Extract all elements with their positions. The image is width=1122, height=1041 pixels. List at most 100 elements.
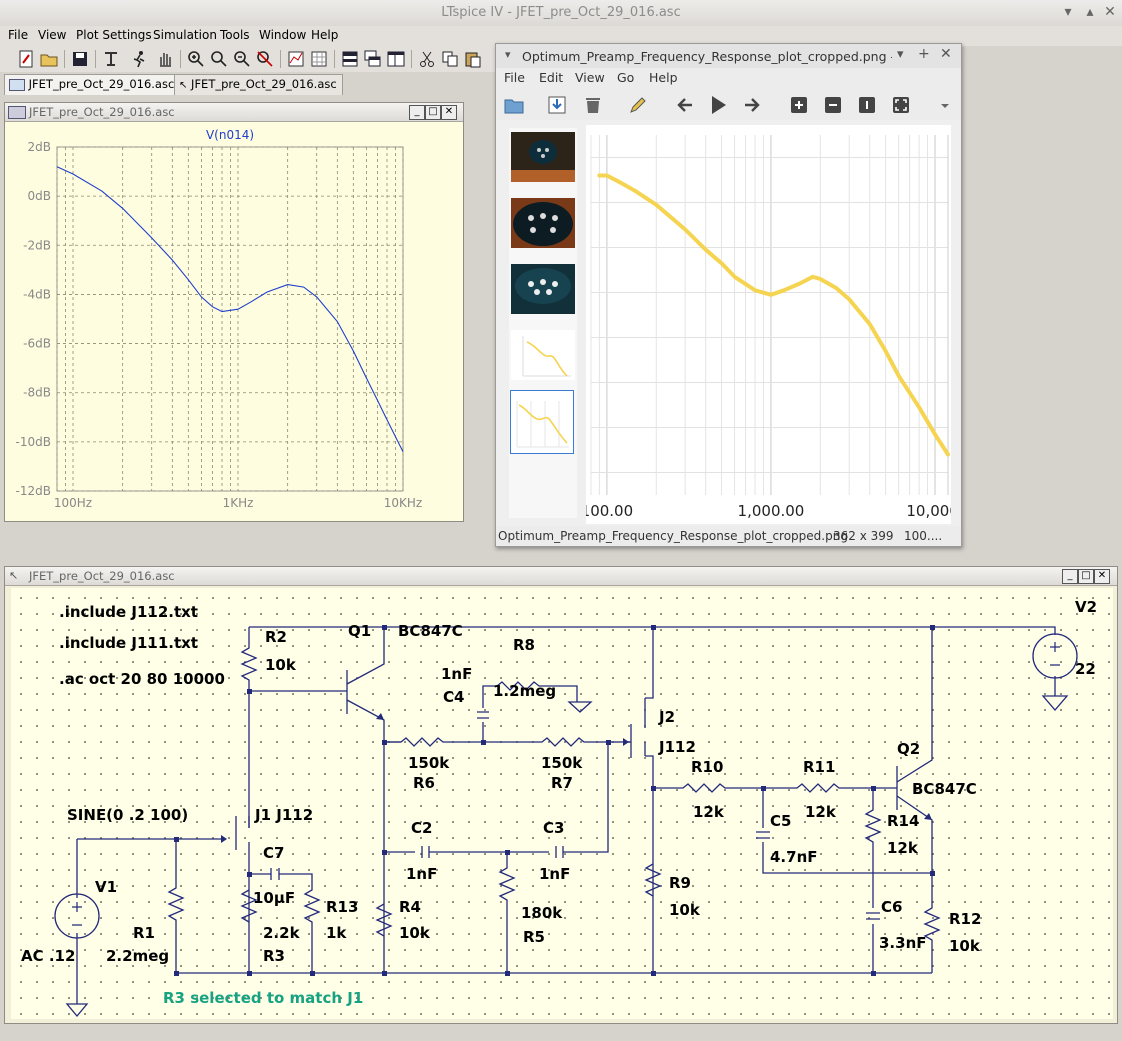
viewer-status-bar: Optimum_Preamp_Frequency_Response_plot_c… [496, 526, 961, 546]
tab-schematic[interactable]: ↖ JFET_pre_Oct_29_016.asc [174, 74, 343, 95]
r8-value: 1.2meg [493, 682, 557, 700]
directive-ac-analysis[interactable]: .ac oct 20 80 10000 [59, 670, 225, 688]
zoom-out-icon[interactable] [822, 94, 844, 116]
run-icon[interactable] [130, 49, 150, 69]
menu-window[interactable]: Window [259, 28, 306, 42]
tab-waveform[interactable]: JFET_pre_Oct_29_016.asc [4, 74, 176, 95]
viewer-menu-chevron-icon[interactable]: ▾ [505, 48, 511, 61]
zoom-original-icon[interactable] [856, 94, 878, 116]
r5-label: R5 [523, 928, 545, 946]
zoom-in-icon[interactable] [788, 94, 810, 116]
zoom-out-icon[interactable] [232, 49, 252, 69]
viewer-chevron-icon[interactable]: ▾ [897, 47, 904, 62]
zoom-fit-icon[interactable] [890, 94, 912, 116]
copy-icon[interactable] [440, 49, 460, 69]
status-zoom: 100.... [904, 529, 943, 543]
viewer-menu-go[interactable]: Go [617, 70, 634, 85]
viewer-image-chart: 100.00 1,000.00 10,000. [586, 125, 951, 524]
cut-icon[interactable] [417, 49, 437, 69]
save-icon[interactable] [70, 49, 90, 69]
zoom-fit-icon[interactable] [209, 49, 229, 69]
viewer-title-bar: ▾ Optimum_Preamp_Frequency_Response_plot… [496, 44, 961, 68]
app-title: LTspice IV - JFET_pre_Oct_29_016.asc [441, 5, 681, 20]
more-options-icon[interactable] [934, 94, 956, 116]
thumbnail-chart-selected[interactable] [510, 390, 574, 454]
menu-simulation[interactable]: Simulation [153, 28, 217, 42]
c6-label: C6 [881, 898, 903, 916]
new-schematic-icon[interactable] [16, 49, 36, 69]
schematic-labels: .include J112.txt .include J111.txt .ac … [11, 588, 1113, 1019]
thumbnail-chart-1[interactable] [511, 330, 575, 380]
schematic-close-button[interactable]: ✕ [1094, 569, 1110, 584]
waveform-close-button[interactable]: ✕ [441, 105, 457, 120]
waveform-restore-button[interactable]: □ [425, 105, 441, 120]
control-panel-icon[interactable] [101, 49, 121, 69]
previous-arrow-icon[interactable] [674, 94, 696, 116]
open-folder-icon[interactable] [39, 49, 59, 69]
r4-label: R4 [399, 898, 421, 916]
paste-icon[interactable] [463, 49, 483, 69]
grid-icon[interactable] [309, 49, 329, 69]
r2-label: R2 [265, 628, 287, 646]
r5-value: 180k [521, 904, 563, 922]
r14-value: 12k [887, 839, 918, 857]
waveform-minimize-button[interactable]: _ [409, 105, 425, 120]
zoom-cancel-icon[interactable] [255, 49, 275, 69]
viewer-menu-file[interactable]: File [504, 70, 525, 85]
r6-label: R6 [413, 774, 435, 792]
cascade-windows-icon[interactable] [363, 49, 383, 69]
viewer-menu-edit[interactable]: Edit [539, 70, 563, 85]
c6-value: 3.3nF [879, 934, 927, 952]
viewer-menu-view[interactable]: View [575, 70, 605, 85]
pan-hand-icon[interactable] [155, 49, 175, 69]
play-slideshow-icon[interactable] [707, 94, 729, 116]
c3-label: C3 [543, 819, 565, 837]
thumbnail-photo-1[interactable] [511, 132, 575, 182]
y-tick-label: -2dB [23, 238, 51, 252]
viewer-menu-help[interactable]: Help [649, 70, 678, 85]
menu-help[interactable]: Help [311, 28, 338, 42]
thumbnail-photo-3[interactable] [511, 264, 575, 314]
image-x-tick-label: 100.00 [586, 502, 633, 520]
menu-plot-settings[interactable]: Plot Settings [76, 28, 152, 42]
r10-label: R10 [691, 758, 724, 776]
y-tick-label: -4dB [23, 287, 51, 301]
image-x-tick-label: 1,000.00 [738, 502, 805, 520]
schematic-canvas[interactable]: .include J112.txt .include J111.txt .ac … [11, 588, 1113, 1019]
r4-value: 10k [399, 924, 430, 942]
r8-label: R8 [513, 636, 535, 654]
schematic-tab-icon: ↖ [179, 80, 188, 91]
zoom-in-icon[interactable] [186, 49, 206, 69]
r7-label: R7 [551, 774, 573, 792]
directive-include-j111[interactable]: .include J111.txt [59, 634, 198, 652]
schematic-note[interactable]: R3 selected to match J1 [163, 989, 363, 1007]
schematic-window-title: JFET_pre_Oct_29_016.asc [29, 569, 175, 583]
q1-model: BC847C [398, 622, 463, 640]
app-title-bar: LTspice IV - JFET_pre_Oct_29_016.asc ▾ ▴… [0, 0, 1122, 27]
save-download-icon[interactable] [546, 94, 568, 116]
tile-vertical-icon[interactable] [386, 49, 406, 69]
autorange-icon[interactable] [286, 49, 306, 69]
viewer-maximize-icon[interactable]: + [918, 46, 930, 62]
open-folder-icon[interactable] [503, 94, 525, 116]
close-icon[interactable]: ✕ [1102, 4, 1118, 20]
y-tick-label: -12dB [16, 484, 51, 498]
delete-trash-icon[interactable] [582, 94, 604, 116]
menu-view[interactable]: View [38, 28, 66, 42]
viewer-close-icon[interactable]: ✕ [940, 46, 952, 62]
source-function-label[interactable]: SINE(0 .2 100) [67, 806, 188, 824]
schematic-restore-button[interactable]: □ [1078, 569, 1094, 584]
next-arrow-icon[interactable] [741, 94, 763, 116]
edit-pencil-icon[interactable] [627, 94, 649, 116]
minimize-icon[interactable]: ▾ [1060, 4, 1076, 20]
tile-horizontal-icon[interactable] [340, 49, 360, 69]
menu-file[interactable]: File [8, 28, 28, 42]
waveform-plot[interactable]: 2dB 0dB -2dB -4dB -6dB -8dB -10dB -12dB100Hz 1KH… [5, 122, 463, 521]
menu-tools[interactable]: Tools [220, 28, 250, 42]
maximize-icon[interactable]: ▴ [1082, 4, 1098, 20]
r7-value: 150k [541, 754, 583, 772]
schematic-minimize-button[interactable]: _ [1062, 569, 1078, 584]
directive-include-j112[interactable]: .include J112.txt [59, 603, 198, 621]
thumbnail-photo-2[interactable] [511, 198, 575, 248]
v2-value: 22 [1075, 660, 1096, 678]
